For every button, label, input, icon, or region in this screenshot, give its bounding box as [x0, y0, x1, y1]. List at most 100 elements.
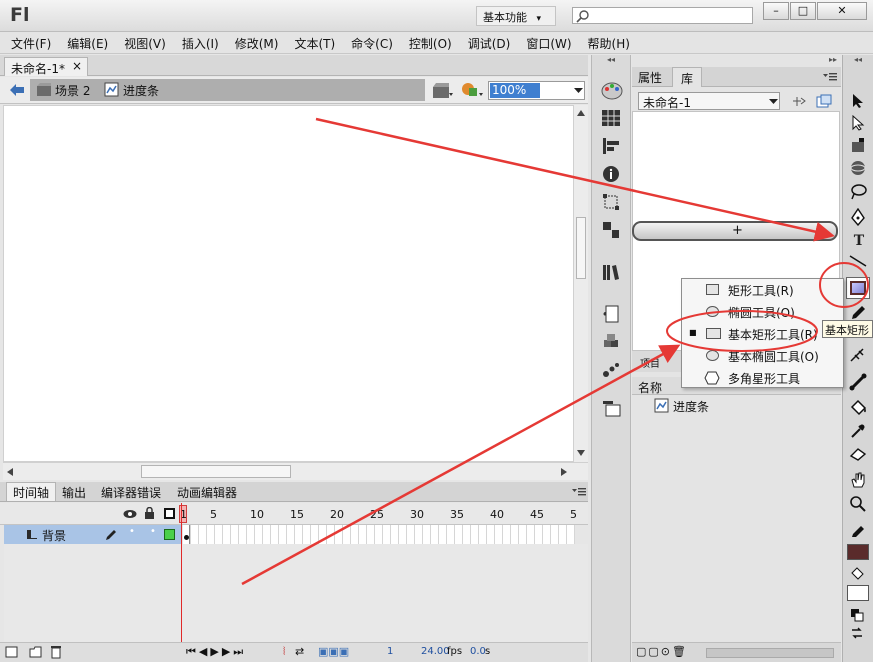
layer-outline-color[interactable]	[164, 529, 175, 540]
tab-library[interactable]: 库	[672, 67, 703, 87]
rectangle-tool-button[interactable]	[846, 277, 870, 299]
workspace-switcher[interactable]: 基本功能 ▾	[476, 6, 556, 26]
onion-skin-icon[interactable]: ▣▣▣	[318, 645, 349, 658]
minimize-button[interactable]: –	[763, 2, 789, 20]
flyout-item-rectangle-tool[interactable]: 矩形工具(R)	[682, 279, 843, 301]
playback-controls[interactable]: ⏮◀▶▶⏭	[186, 645, 246, 659]
vertical-scroll-thumb[interactable]	[576, 217, 586, 279]
document-tab[interactable]: 未命名-1* ×	[4, 57, 88, 76]
horizontal-scroll-thumb[interactable]	[141, 465, 291, 478]
edit-symbol-icon[interactable]	[460, 81, 484, 99]
collapse-panel-icon[interactable]: ▸▸	[632, 55, 841, 65]
breadcrumb-scene[interactable]: 场景 2	[55, 82, 90, 99]
menu-insert[interactable]: 插入(I)	[171, 32, 224, 52]
menu-window[interactable]: 窗口(W)	[515, 32, 576, 52]
align-icon[interactable]	[601, 137, 621, 155]
close-window-button[interactable]: ✕	[817, 2, 867, 20]
breadcrumb-symbol[interactable]: 进度条	[123, 82, 159, 99]
column-name[interactable]: 名称	[638, 379, 662, 396]
menu-control[interactable]: 控制(O)	[398, 32, 457, 52]
flyout-item-rectangle-primitive-tool[interactable]: ■ 基本矩形工具(R)	[682, 323, 843, 345]
keyframe[interactable]	[183, 525, 190, 544]
menu-text[interactable]: 文本(T)	[283, 32, 340, 52]
fill-color-swatch[interactable]	[847, 585, 869, 601]
close-icon[interactable]: ×	[72, 59, 82, 73]
flyout-item-polystar-tool[interactable]: 多角星形工具	[682, 367, 843, 389]
subselection-tool-icon[interactable]	[851, 115, 865, 131]
library-icon[interactable]	[602, 263, 620, 281]
search-input[interactable]	[572, 7, 753, 24]
line-tool-icon[interactable]	[849, 255, 867, 267]
menu-view[interactable]: 视图(V)	[113, 32, 171, 52]
stage-horizontal-scrollbar[interactable]	[3, 462, 588, 480]
edit-scene-icon[interactable]	[432, 81, 454, 99]
text-tool-icon[interactable]: T	[849, 231, 869, 251]
scroll-up-icon[interactable]	[577, 110, 585, 116]
menu-modify[interactable]: 修改(M)	[224, 32, 284, 52]
trash-icon[interactable]	[50, 645, 62, 659]
frame-rate-value[interactable]: 24.00	[421, 646, 450, 657]
library-footer-icons[interactable]: ▢▢⊙🗑	[636, 645, 688, 658]
collapse-dock-icon[interactable]: ◂◂	[592, 55, 630, 65]
panel-menu-icon[interactable]	[823, 73, 837, 81]
zoom-tool-icon[interactable]	[849, 495, 867, 513]
maximize-button[interactable]: □	[790, 2, 816, 20]
back-arrow-icon[interactable]	[9, 83, 25, 97]
center-frame-icon[interactable]: ⦚	[283, 645, 285, 659]
menu-file[interactable]: 文件(F)	[0, 32, 56, 52]
layer-row[interactable]: 背景 • •	[4, 525, 182, 544]
3d-rotation-tool-icon[interactable]	[849, 159, 867, 177]
black-white-icon[interactable]	[850, 608, 864, 622]
tab-compiler-errors[interactable]: 编译器错误	[101, 484, 161, 501]
lock-icon[interactable]	[144, 507, 155, 520]
expand-tools-icon[interactable]: ◂◂	[843, 55, 873, 65]
hand-tool-icon[interactable]	[849, 471, 867, 489]
components-icon[interactable]	[602, 333, 620, 351]
scroll-left-icon[interactable]	[7, 468, 13, 476]
menu-debug[interactable]: 调试(D)	[457, 32, 516, 52]
info-icon[interactable]	[602, 165, 620, 183]
swatches-icon[interactable]	[601, 109, 621, 127]
eye-icon[interactable]	[123, 509, 137, 519]
color-palette-icon[interactable]	[601, 81, 623, 101]
flyout-item-oval-primitive-tool[interactable]: 基本椭圆工具(O)	[682, 345, 843, 367]
eyedropper-tool-icon[interactable]	[850, 423, 866, 439]
library-item[interactable]: 进度条	[632, 396, 841, 416]
outline-toggle-icon[interactable]	[164, 508, 175, 519]
loop-icon[interactable]: ⇄	[295, 645, 304, 658]
layer-name[interactable]: 背景	[42, 527, 66, 544]
tab-motion-editor[interactable]: 动画编辑器	[177, 484, 237, 501]
new-folder-icon[interactable]	[29, 646, 42, 658]
actions-icon[interactable]	[602, 305, 620, 323]
pin-library-icon[interactable]	[792, 95, 806, 108]
swap-colors-icon[interactable]	[850, 626, 864, 640]
visibility-dot[interactable]: •	[129, 526, 135, 537]
menu-help[interactable]: 帮助(H)	[577, 32, 635, 52]
code-snippets-icon[interactable]	[602, 221, 620, 239]
motion-presets-icon[interactable]	[602, 361, 620, 379]
eraser-tool-icon[interactable]	[849, 447, 867, 461]
bone-tool-icon[interactable]	[849, 373, 867, 391]
tab-timeline[interactable]: 时间轴	[6, 482, 57, 501]
new-library-panel-icon[interactable]	[816, 94, 832, 108]
stage-vertical-scrollbar[interactable]	[574, 105, 588, 462]
menu-edit[interactable]: 编辑(E)	[56, 32, 113, 52]
scroll-down-icon[interactable]	[577, 450, 585, 456]
stroke-color-swatch[interactable]	[847, 544, 869, 560]
flyout-item-oval-tool[interactable]: 椭圆工具(O)	[682, 301, 843, 323]
stage-canvas[interactable]	[3, 105, 574, 462]
paint-bucket-tool-icon[interactable]	[849, 399, 867, 417]
free-transform-tool-icon[interactable]	[849, 137, 867, 155]
zoom-select[interactable]: 100%	[488, 81, 585, 100]
scroll-right-icon[interactable]	[561, 468, 567, 476]
tab-output[interactable]: 输出	[62, 484, 86, 501]
library-document-select[interactable]: 未命名-1	[638, 92, 780, 110]
tab-properties[interactable]: 属性	[638, 69, 662, 86]
pencil-tool-icon[interactable]	[850, 305, 866, 321]
lock-dot[interactable]: •	[150, 526, 156, 537]
selection-tool-icon[interactable]	[851, 93, 865, 109]
deco-tool-icon[interactable]	[849, 345, 867, 363]
library-horizontal-scrollbar[interactable]	[706, 648, 834, 658]
menu-commands[interactable]: 命令(C)	[340, 32, 398, 52]
lasso-tool-icon[interactable]	[849, 183, 867, 201]
